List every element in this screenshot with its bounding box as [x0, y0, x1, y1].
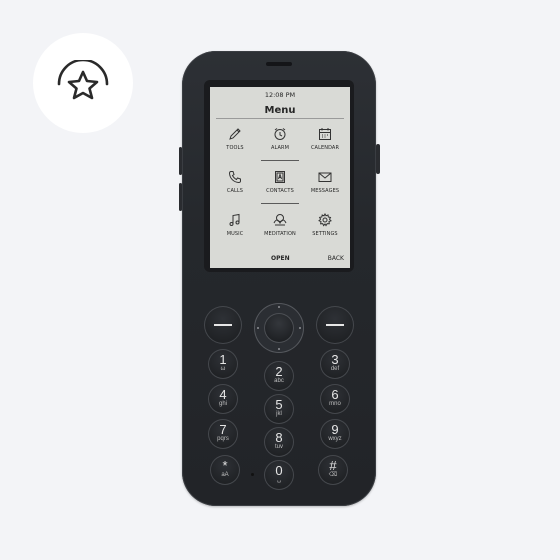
envelope-icon	[318, 172, 332, 182]
earpiece-speaker	[266, 62, 292, 66]
app-meditation[interactable]: MEDITATION	[257, 213, 303, 237]
selection-bottom-line	[261, 203, 299, 204]
key-3[interactable]: 3 def	[320, 349, 350, 379]
right-soft-key[interactable]	[316, 306, 354, 344]
app-contacts[interactable]: CONTACTS	[257, 170, 303, 194]
key-hash[interactable]: # ⌫	[318, 455, 348, 485]
app-label: MESSAGES	[310, 188, 340, 194]
app-label: SETTINGS	[312, 231, 338, 237]
volume-down-button[interactable]	[179, 183, 182, 211]
contacts-icon	[275, 171, 285, 183]
key-2[interactable]: 2 abc	[264, 361, 294, 391]
app-calls[interactable]: CALLS	[212, 170, 258, 194]
favorite-badge[interactable]	[33, 33, 133, 133]
screen-title: Menu	[264, 105, 296, 116]
app-alarm[interactable]: ALARM	[257, 127, 303, 151]
navigation-dpad[interactable]	[254, 303, 304, 353]
left-soft-key[interactable]	[204, 306, 242, 344]
phone-device: 12:08 PM Menu TOOLS ALARM CALENDAR CALLS	[179, 51, 380, 506]
e-ink-screen: 12:08 PM Menu TOOLS ALARM CALENDAR CALLS	[210, 87, 350, 268]
key-star[interactable]: * aA	[210, 455, 240, 485]
app-label: MUSIC	[226, 231, 244, 237]
microphone-hole	[251, 473, 254, 476]
app-calendar[interactable]: CALENDAR	[302, 127, 348, 151]
center-select-button[interactable]	[264, 313, 294, 343]
app-tools[interactable]: TOOLS	[212, 127, 258, 151]
key-5[interactable]: 5 jkl	[264, 394, 294, 424]
key-8[interactable]: 8 tuv	[264, 427, 294, 457]
app-label: CONTACTS	[266, 188, 294, 194]
alarm-clock-icon	[274, 128, 286, 140]
selection-top-line	[261, 160, 299, 161]
star-upgrade-icon	[57, 60, 109, 100]
app-music[interactable]: MUSIC	[212, 213, 258, 237]
phone-icon	[228, 171, 241, 184]
app-label: CALLS	[226, 188, 244, 194]
key-9[interactable]: 9 wxyz	[320, 419, 350, 449]
volume-up-button[interactable]	[179, 147, 182, 175]
softkey-back[interactable]: BACK	[328, 255, 344, 262]
softkey-open[interactable]: OPEN	[271, 255, 290, 262]
app-label: ALARM	[270, 145, 290, 151]
app-settings[interactable]: SETTINGS	[302, 213, 348, 237]
key-6[interactable]: 6 mno	[320, 384, 350, 414]
app-label: TOOLS	[226, 145, 244, 151]
app-label: MEDITATION	[264, 231, 296, 237]
key-7[interactable]: 7 pqrs	[208, 419, 238, 449]
key-1[interactable]: 1ω	[208, 349, 238, 379]
title-divider	[216, 118, 344, 119]
power-button[interactable]	[376, 144, 380, 174]
key-4[interactable]: 4 ghi	[208, 384, 238, 414]
pencil-icon	[229, 128, 241, 140]
gear-icon	[318, 213, 332, 227]
meditation-icon	[273, 214, 287, 226]
status-time: 12:08 PM	[264, 91, 296, 99]
music-note-icon	[229, 213, 240, 226]
calendar-icon	[319, 128, 331, 140]
app-messages[interactable]: MESSAGES	[302, 170, 348, 194]
app-label: CALENDAR	[310, 145, 340, 151]
key-0[interactable]: 0 ␣	[264, 460, 294, 490]
